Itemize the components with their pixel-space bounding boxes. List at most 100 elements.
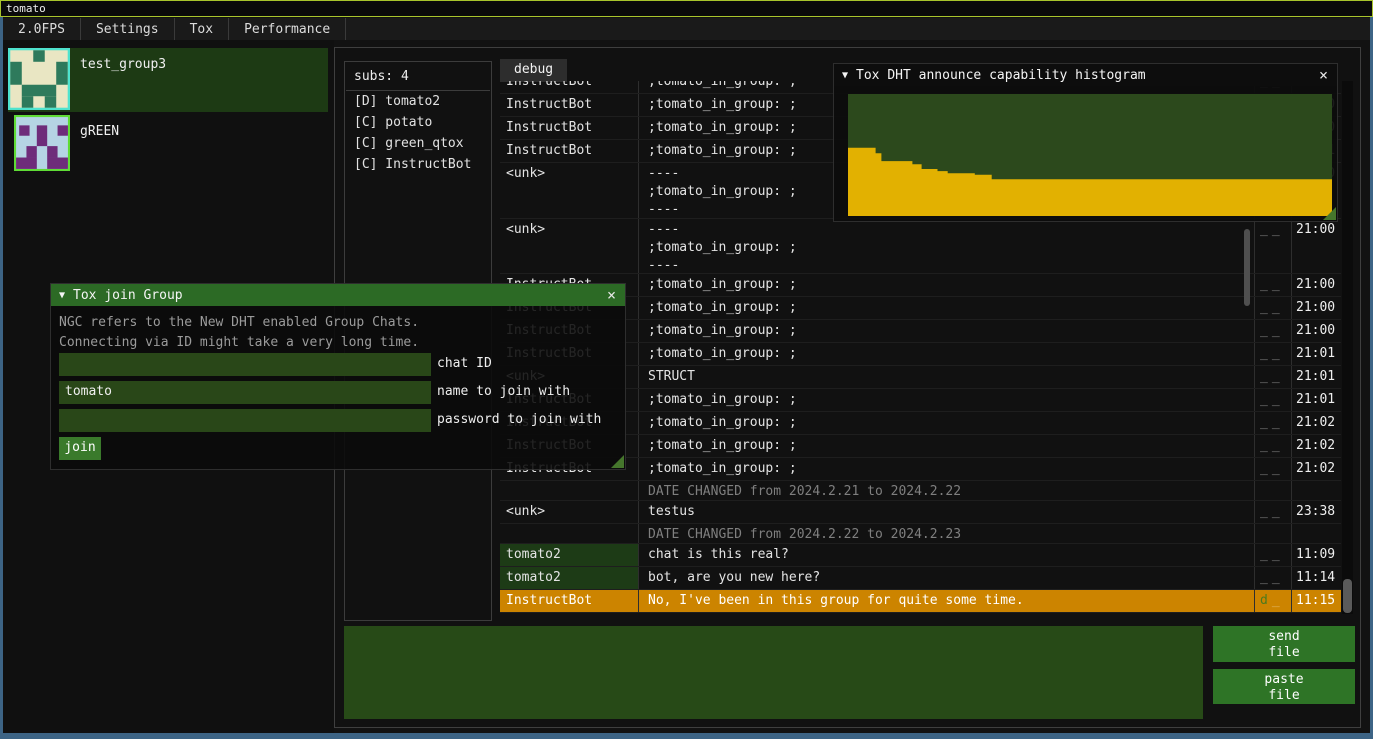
group-avatar-green	[8, 115, 70, 171]
chat-id-label: chat ID	[431, 353, 492, 376]
message-timestamp: 21:01	[1291, 389, 1341, 411]
date-changed-row: DATE CHANGED from 2024.2.22 to 2024.2.23	[500, 524, 1341, 544]
menu-performance[interactable]: Performance	[229, 18, 345, 40]
join-group-titlebar[interactable]: ▼ Tox join Group ×	[51, 284, 625, 306]
sender-name: tomato2	[500, 567, 638, 589]
date-changed-text: DATE CHANGED from 2024.2.22 to 2024.2.23	[638, 524, 1254, 543]
menu-tox[interactable]: Tox	[175, 18, 228, 40]
chat-message-row[interactable]: <unk>---- ;tomato_in_group: ; ----__21:0…	[500, 219, 1341, 274]
sender-name: InstructBot	[500, 140, 638, 162]
message-text: chat is this real?	[638, 544, 1254, 566]
message-timestamp: 21:00	[1291, 274, 1341, 296]
chat-message-row[interactable]: InstructBotNo, I've been in this group f…	[500, 590, 1341, 613]
message-status	[1254, 481, 1291, 500]
histogram-chart	[848, 94, 1332, 216]
join-button[interactable]: join	[59, 437, 101, 460]
chat-scrollbar-handle[interactable]	[1343, 579, 1352, 613]
message-timestamp: 21:02	[1291, 458, 1341, 480]
message-status: __	[1254, 297, 1291, 319]
chat-message-row[interactable]: <unk>testus__23:38	[500, 501, 1341, 524]
menu-bar: 2.0FPS Settings Tox Performance	[3, 18, 1370, 40]
close-icon[interactable]: ×	[604, 286, 619, 304]
send-file-line2: file	[1268, 645, 1299, 660]
member-instructbot[interactable]: [C] InstructBot	[345, 154, 491, 175]
menu-separator	[345, 18, 346, 40]
paste-file-line1: paste	[1264, 672, 1303, 687]
message-text: ;tomato_in_group: ;	[638, 320, 1254, 342]
chat-message-row[interactable]: InstructBot;tomato_in_group: ;__21:00	[500, 320, 1341, 343]
message-timestamp	[1291, 481, 1341, 500]
group-name: test_group3	[70, 48, 166, 112]
tab-debug[interactable]: debug	[500, 59, 567, 82]
date-changed-text: DATE CHANGED from 2024.2.21 to 2024.2.22	[638, 481, 1254, 500]
message-timestamp: 21:00	[1291, 297, 1341, 319]
member-potato[interactable]: [C] potato	[345, 112, 491, 133]
chat-message-row[interactable]: <unk>STRUCT__21:01	[500, 366, 1341, 389]
send-file-line1: send	[1268, 629, 1299, 644]
chat-message-row[interactable]: InstructBot;tomato_in_group: ;__21:02	[500, 412, 1341, 435]
message-input[interactable]	[344, 626, 1203, 719]
message-text: ;tomato_in_group: ;	[638, 274, 1254, 296]
message-text: ;tomato_in_group: ;	[638, 412, 1254, 434]
sidebar-item-green[interactable]: gREEN	[8, 115, 328, 171]
chat-message-row[interactable]: InstructBot;tomato_in_group: ;__21:01	[500, 389, 1341, 412]
chat-scrollbar-track[interactable]	[1342, 81, 1353, 614]
message-status	[1254, 524, 1291, 543]
chat-message-row[interactable]: InstructBot;tomato_in_group: ;__21:00	[500, 274, 1341, 297]
message-status: __	[1254, 567, 1291, 589]
chat-message-row[interactable]: InstructBot;tomato_in_group: ;__21:01	[500, 343, 1341, 366]
chat-message-row[interactable]: InstructBot;tomato_in_group: ;__21:00	[500, 297, 1341, 320]
collapse-arrow-icon[interactable]: ▼	[842, 70, 848, 81]
message-text: ;tomato_in_group: ;	[638, 435, 1254, 457]
message-timestamp: 21:00	[1291, 219, 1341, 273]
join-desc-line2: Connecting via ID might take a very long…	[59, 333, 625, 353]
message-status: __	[1254, 366, 1291, 388]
message-status: __	[1254, 544, 1291, 566]
message-status: __	[1254, 389, 1291, 411]
paste-file-button[interactable]: paste file	[1213, 669, 1355, 704]
message-text: ;tomato_in_group: ;	[638, 297, 1254, 319]
join-password-input[interactable]	[59, 409, 431, 432]
chat-message-row[interactable]: InstructBot;tomato_in_group: ;__21:02	[500, 458, 1341, 481]
collapse-arrow-icon[interactable]: ▼	[59, 290, 65, 301]
menu-settings[interactable]: Settings	[81, 18, 174, 40]
message-timestamp: 21:00	[1291, 320, 1341, 342]
sender-name: tomato2	[500, 544, 638, 566]
chat-id-input[interactable]	[59, 353, 431, 376]
dht-histogram-plot	[848, 94, 1332, 216]
message-status: __	[1254, 274, 1291, 296]
resize-grip[interactable]	[1323, 207, 1336, 220]
join-name-input[interactable]: tomato	[59, 381, 431, 404]
desktop: { "window": { "title": "tomato" }, "menu…	[0, 0, 1373, 739]
join-description: NGC refers to the New DHT enabled Group …	[51, 306, 625, 353]
date-changed-row: DATE CHANGED from 2024.2.21 to 2024.2.22	[500, 481, 1341, 501]
group-avatar-test-group3	[8, 48, 70, 112]
member-green-qtox[interactable]: [C] green_qtox	[345, 133, 491, 154]
chat-message-row[interactable]: InstructBot;tomato_in_group: ;__21:02	[500, 435, 1341, 458]
member-tomato2[interactable]: [D] tomato2	[345, 91, 491, 112]
dht-histogram-titlebar[interactable]: ▼ Tox DHT announce capability histogram …	[834, 64, 1337, 86]
send-file-button[interactable]: send file	[1213, 626, 1355, 662]
message-text: testus	[638, 501, 1254, 523]
message-status: __	[1254, 320, 1291, 342]
window-titlebar[interactable]: tomato	[0, 0, 1373, 17]
sidebar-item-test-group3[interactable]: test_group3	[8, 48, 328, 112]
join-group-title: Tox join Group	[73, 288, 183, 303]
close-icon[interactable]: ×	[1316, 66, 1331, 84]
sender-name: <unk>	[500, 163, 638, 218]
message-text: ;tomato_in_group: ;	[638, 343, 1254, 365]
message-column-scrollbar[interactable]	[1244, 229, 1250, 306]
message-timestamp: 21:01	[1291, 343, 1341, 365]
window-title: tomato	[6, 2, 46, 15]
message-status: __	[1254, 501, 1291, 523]
message-timestamp: 11:14	[1291, 567, 1341, 589]
chat-message-row[interactable]: tomato2bot, are you new here?__11:14	[500, 567, 1341, 590]
sender-name: InstructBot	[500, 117, 638, 139]
message-text: ;tomato_in_group: ;	[638, 458, 1254, 480]
join-password-label: password to join with	[431, 409, 601, 432]
chat-message-row[interactable]: tomato2chat is this real?__11:09	[500, 544, 1341, 567]
resize-grip[interactable]	[611, 455, 624, 468]
message-status: __	[1254, 458, 1291, 480]
message-text: ;tomato_in_group: ;	[638, 389, 1254, 411]
sender-name	[500, 524, 638, 543]
